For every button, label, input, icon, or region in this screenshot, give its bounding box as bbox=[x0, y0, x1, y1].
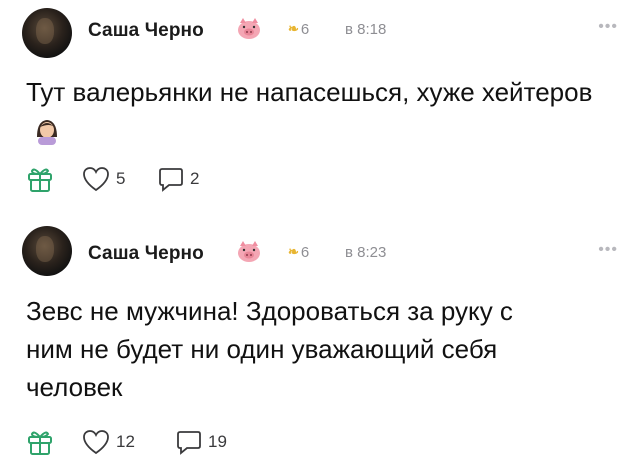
comment-bubble-icon bbox=[159, 168, 183, 192]
pig-face-icon bbox=[238, 18, 260, 39]
heart-icon bbox=[83, 430, 109, 455]
post-time: в 8:23 bbox=[345, 244, 387, 261]
laurel-wreath-icon: ❧ bbox=[288, 21, 299, 36]
post-text: Зевс не мужчина! Здороваться за руку с н… bbox=[26, 296, 513, 402]
post-time: в 8:18 bbox=[345, 21, 387, 38]
author-name[interactable]: Саша Черно bbox=[88, 20, 204, 42]
user-level: ❧ 6 bbox=[288, 20, 310, 38]
comment-button[interactable]: 19 bbox=[176, 428, 227, 456]
comment-button[interactable]: 2 bbox=[158, 165, 199, 193]
gift-icon[interactable] bbox=[26, 165, 54, 193]
like-count: 12 bbox=[116, 432, 135, 451]
laurel-wreath-icon: ❧ bbox=[288, 244, 299, 259]
avatar[interactable] bbox=[22, 8, 72, 58]
like-button[interactable]: 5 bbox=[82, 165, 125, 193]
pig-face-icon bbox=[238, 241, 260, 262]
more-dots-icon[interactable]: ••• bbox=[598, 18, 618, 36]
heart-icon bbox=[83, 167, 109, 192]
user-level: ❧ 6 bbox=[288, 243, 310, 261]
more-dots-icon[interactable]: ••• bbox=[598, 241, 618, 259]
woman-facepalming-emoji bbox=[37, 120, 57, 145]
like-count: 5 bbox=[116, 169, 126, 188]
comment-count: 19 bbox=[208, 432, 227, 451]
author-name[interactable]: Саша Черно bbox=[88, 243, 204, 265]
like-button[interactable]: 12 bbox=[82, 428, 135, 456]
comment-bubble-icon bbox=[177, 431, 201, 455]
avatar[interactable] bbox=[22, 226, 72, 276]
gift-icon[interactable] bbox=[26, 428, 54, 456]
comment-count: 2 bbox=[190, 169, 200, 188]
post-text: Тут валерьянки не напасешься, хуже хейте… bbox=[26, 73, 616, 149]
